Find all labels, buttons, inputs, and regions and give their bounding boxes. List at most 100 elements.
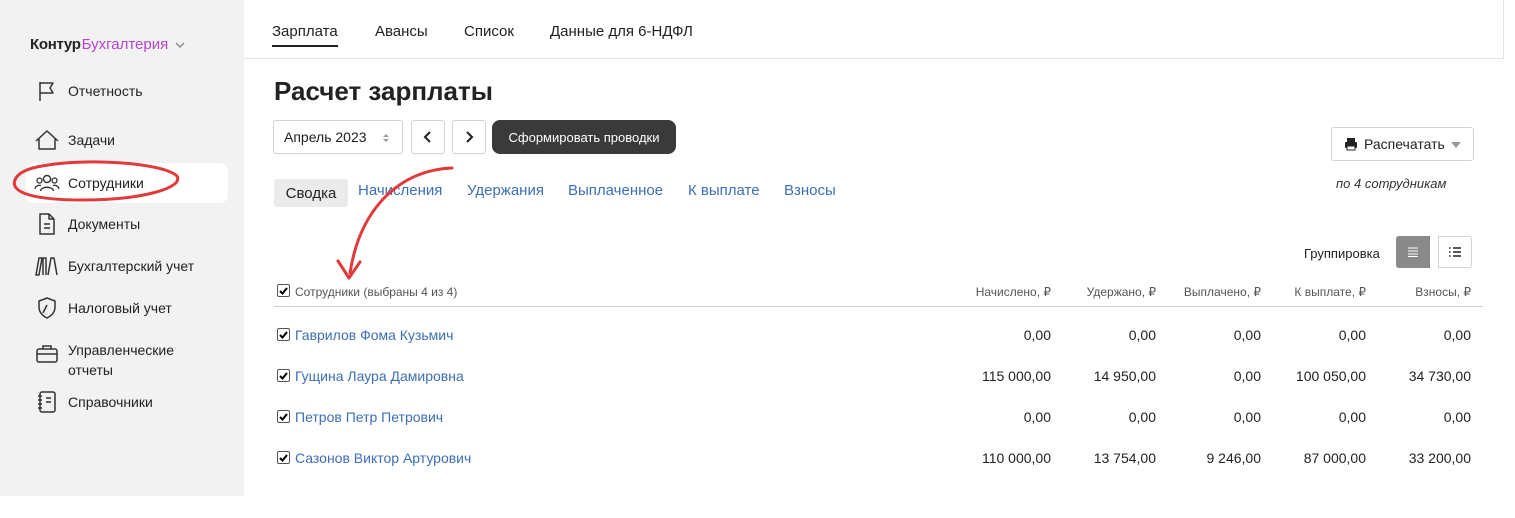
tab-6ndfl[interactable]: Данные для 6-НДФЛ [550, 23, 693, 40]
checkmark-icon [279, 412, 288, 421]
tab-salary[interactable]: Зарплата [272, 23, 338, 47]
table-header: Сотрудники (выбраны 4 из 4) Начислено, ₽… [274, 280, 1483, 307]
sidebar-item-label: Налоговый учет [68, 300, 172, 316]
grouping-label: Группировка [1304, 246, 1380, 261]
select-all-checkbox[interactable] [277, 284, 290, 297]
sidebar-item-management-reports[interactable]: Управленческие отчеты [26, 338, 228, 382]
cell-to-pay: 87 000,00 [1303, 450, 1366, 466]
checkmark-icon [279, 286, 288, 295]
table-row: Гущина Лаура Дамировна 115 000,00 14 950… [274, 368, 1483, 398]
updown-arrows-icon [383, 134, 389, 142]
sidebar-item-tax-accounting[interactable]: Налоговый учет [26, 288, 228, 328]
column-header-to-pay[interactable]: К выплате, ₽ [1256, 285, 1366, 299]
period-select[interactable]: Апрель 2023 [273, 120, 403, 154]
cell-accrued: 110 000,00 [981, 450, 1051, 466]
flag-icon [34, 78, 60, 104]
print-button-label: Распечатать [1364, 136, 1445, 152]
subtab-to-pay[interactable]: К выплате [688, 182, 760, 199]
print-note: по 4 сотрудникам [1336, 176, 1447, 191]
page-footer-strip [0, 496, 244, 518]
cell-to-pay: 0,00 [1338, 327, 1366, 343]
cell-contributions: 0,00 [1443, 327, 1471, 343]
sidebar-item-documents[interactable]: Документы [26, 204, 228, 244]
subtab-accruals[interactable]: Начисления [358, 182, 442, 199]
briefcase-icon [34, 340, 60, 366]
row-checkbox[interactable] [277, 410, 290, 423]
shield-icon [34, 295, 60, 321]
generate-entries-button[interactable]: Сформировать проводки [492, 120, 676, 154]
top-tabs: Зарплата Авансы Список Данные для 6-НДФЛ [244, 0, 1504, 59]
row-checkbox[interactable] [277, 451, 290, 464]
table-row: Сазонов Виктор Артурович 110 000,00 13 7… [274, 450, 1483, 480]
chevron-right-icon [466, 131, 474, 143]
sidebar-item-tasks[interactable]: Задачи [26, 120, 228, 160]
bulleted-list-icon [1449, 247, 1461, 257]
tab-list[interactable]: Список [464, 23, 514, 40]
cell-accrued: 115 000,00 [981, 368, 1051, 384]
row-checkbox[interactable] [277, 369, 290, 382]
checkmark-icon [279, 453, 288, 462]
cell-to-pay: 100 050,00 [1295, 368, 1366, 384]
home-icon [34, 127, 60, 153]
column-header-paid[interactable]: Выплачено, ₽ [1151, 285, 1261, 299]
subtab-paid[interactable]: Выплаченное [568, 182, 663, 199]
subtab-withholdings[interactable]: Удержания [467, 182, 544, 199]
cell-contributions: 34 730,00 [1408, 368, 1471, 384]
cell-paid: 0,00 [1233, 409, 1261, 425]
table-row: Гаврилов Фома Кузьмич 0,00 0,00 0,00 0,0… [274, 327, 1483, 357]
sidebar-item-reports[interactable]: Отчетность [26, 71, 228, 111]
page-title: Расчет зарплаты [274, 76, 493, 106]
cell-accrued: 0,00 [1023, 327, 1051, 343]
employee-name-link[interactable]: Сазонов Виктор Артурович [295, 450, 471, 466]
sidebar-item-employees[interactable]: Сотрудники [26, 163, 228, 203]
chevron-down-icon [175, 41, 185, 48]
next-period-button[interactable] [452, 120, 486, 154]
sidebar-item-accounting[interactable]: Бухгалтерский учет [26, 246, 228, 286]
subtab-contributions[interactable]: Взносы [784, 182, 836, 199]
cell-withheld: 0,00 [1128, 409, 1156, 425]
divider [1503, 0, 1504, 59]
employee-name-link[interactable]: Гущина Лаура Дамировна [295, 368, 464, 384]
cell-withheld: 14 950,00 [1093, 368, 1156, 384]
document-icon [34, 211, 60, 237]
sidebar-item-label: Документы [68, 216, 141, 232]
cell-contributions: 33 200,00 [1408, 450, 1471, 466]
cell-paid: 9 246,00 [1206, 450, 1262, 466]
app-logo[interactable]: Контур Бухгалтерия [30, 36, 186, 53]
printer-icon [1345, 138, 1357, 151]
sidebar-item-reference-books[interactable]: Справочники [26, 382, 228, 422]
sidebar-item-label: Задачи [68, 132, 116, 148]
cell-withheld: 13 754,00 [1093, 450, 1156, 466]
checkmark-icon [279, 330, 288, 339]
books-icon [34, 253, 60, 279]
row-checkbox[interactable] [277, 328, 290, 341]
sidebar-item-label: Справочники [68, 394, 153, 410]
employee-name-link[interactable]: Гаврилов Фома Кузьмич [295, 327, 453, 343]
subtab-summary[interactable]: Сводка [274, 179, 348, 207]
sidebar-item-label: Управленческие отчеты [68, 342, 175, 378]
grouping-list-button[interactable] [1438, 236, 1472, 268]
brand-name-part1: Контур [30, 36, 81, 53]
cell-paid: 0,00 [1233, 368, 1261, 384]
brand-name-part2: Бухгалтерия [81, 36, 169, 53]
print-button[interactable]: Распечатать [1331, 127, 1474, 161]
cell-accrued: 0,00 [1023, 409, 1051, 425]
grouping-flat-button[interactable] [1396, 236, 1430, 268]
cell-withheld: 0,00 [1128, 327, 1156, 343]
column-header-accrued[interactable]: Начислено, ₽ [941, 285, 1051, 299]
tab-advances[interactable]: Авансы [375, 23, 428, 40]
column-header-employees[interactable]: Сотрудники (выбраны 4 из 4) [295, 285, 457, 299]
cell-paid: 0,00 [1233, 327, 1261, 343]
sidebar-item-label: Бухгалтерский учет [68, 258, 195, 274]
previous-period-button[interactable] [411, 120, 445, 154]
employee-name-link[interactable]: Петров Петр Петрович [295, 409, 443, 425]
sidebar: Контур Бухгалтерия Отчетность Задачи Сот… [0, 0, 244, 496]
column-header-withheld[interactable]: Удержано, ₽ [1046, 285, 1156, 299]
people-icon [34, 170, 60, 196]
chevron-left-icon [423, 131, 431, 143]
cell-contributions: 0,00 [1443, 409, 1471, 425]
caret-down-icon [1451, 142, 1461, 148]
column-header-contributions[interactable]: Взносы, ₽ [1361, 285, 1471, 299]
period-value: Апрель 2023 [284, 129, 367, 145]
cell-to-pay: 0,00 [1338, 409, 1366, 425]
